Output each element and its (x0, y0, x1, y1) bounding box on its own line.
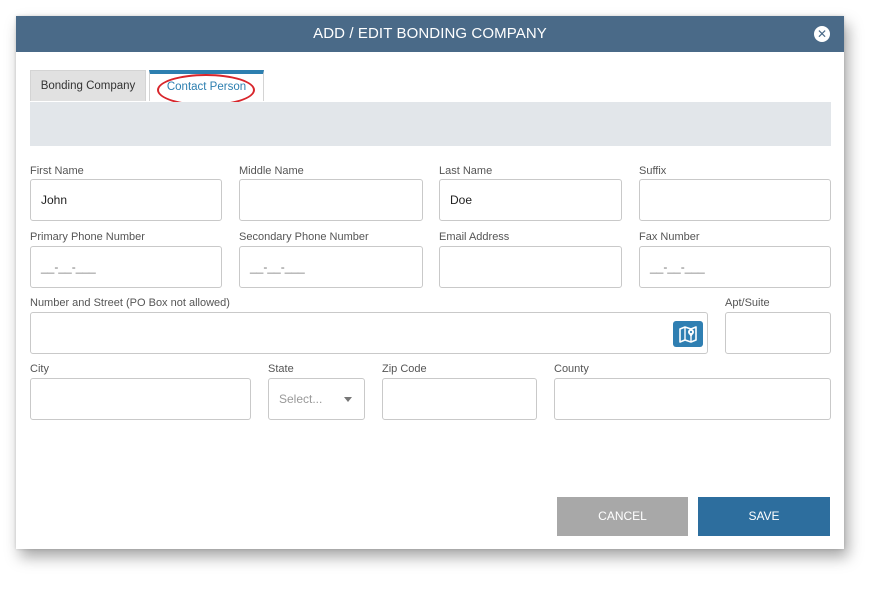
state-select[interactable]: Select... (268, 378, 365, 420)
cancel-button[interactable]: CANCEL (557, 497, 688, 536)
street-input[interactable] (30, 312, 708, 354)
first-name-label: First Name (30, 165, 84, 177)
state-select-value: Select... (279, 392, 323, 406)
city-input[interactable] (30, 378, 251, 420)
zip-code-input[interactable] (382, 378, 537, 420)
county-input[interactable] (554, 378, 831, 420)
last-name-label: Last Name (439, 165, 493, 177)
add-edit-bonding-company-dialog: ADD / EDIT BONDING COMPANY ✕ Bonding Com… (16, 16, 844, 549)
city-label: City (30, 363, 49, 375)
zip-code-label: Zip Code (382, 363, 427, 375)
tab-contact-person[interactable]: Contact Person (149, 70, 264, 101)
apt-suite-input[interactable] (725, 312, 831, 354)
middle-name-input[interactable] (239, 179, 423, 221)
street-label: Number and Street (PO Box not allowed) (30, 297, 230, 309)
suffix-input[interactable] (639, 179, 831, 221)
middle-name-label: Middle Name (239, 165, 304, 177)
secondary-phone-input[interactable]: __-__-___ (239, 246, 423, 288)
suffix-label: Suffix (639, 165, 667, 177)
first-name-input[interactable]: John (30, 179, 222, 221)
tab-bonding-company[interactable]: Bonding Company (30, 70, 146, 101)
state-label: State (268, 363, 294, 375)
close-icon[interactable]: ✕ (814, 26, 830, 42)
secondary-phone-label: Secondary Phone Number (239, 231, 369, 243)
chevron-down-icon (344, 397, 352, 402)
primary-phone-input[interactable]: __-__-___ (30, 246, 222, 288)
fax-input[interactable]: __-__-___ (639, 246, 831, 288)
email-input[interactable] (439, 246, 622, 288)
dialog-title: ADD / EDIT BONDING COMPANY (313, 25, 547, 42)
map-icon[interactable] (673, 321, 703, 347)
last-name-input[interactable]: Doe (439, 179, 622, 221)
save-button[interactable]: SAVE (698, 497, 830, 536)
email-label: Email Address (439, 231, 510, 243)
dialog-titlebar: ADD / EDIT BONDING COMPANY ✕ (16, 16, 844, 52)
fax-label: Fax Number (639, 231, 700, 243)
apt-suite-label: Apt/Suite (725, 297, 770, 309)
primary-phone-label: Primary Phone Number (30, 231, 145, 243)
tab-header-band (30, 102, 831, 146)
county-label: County (554, 363, 589, 375)
